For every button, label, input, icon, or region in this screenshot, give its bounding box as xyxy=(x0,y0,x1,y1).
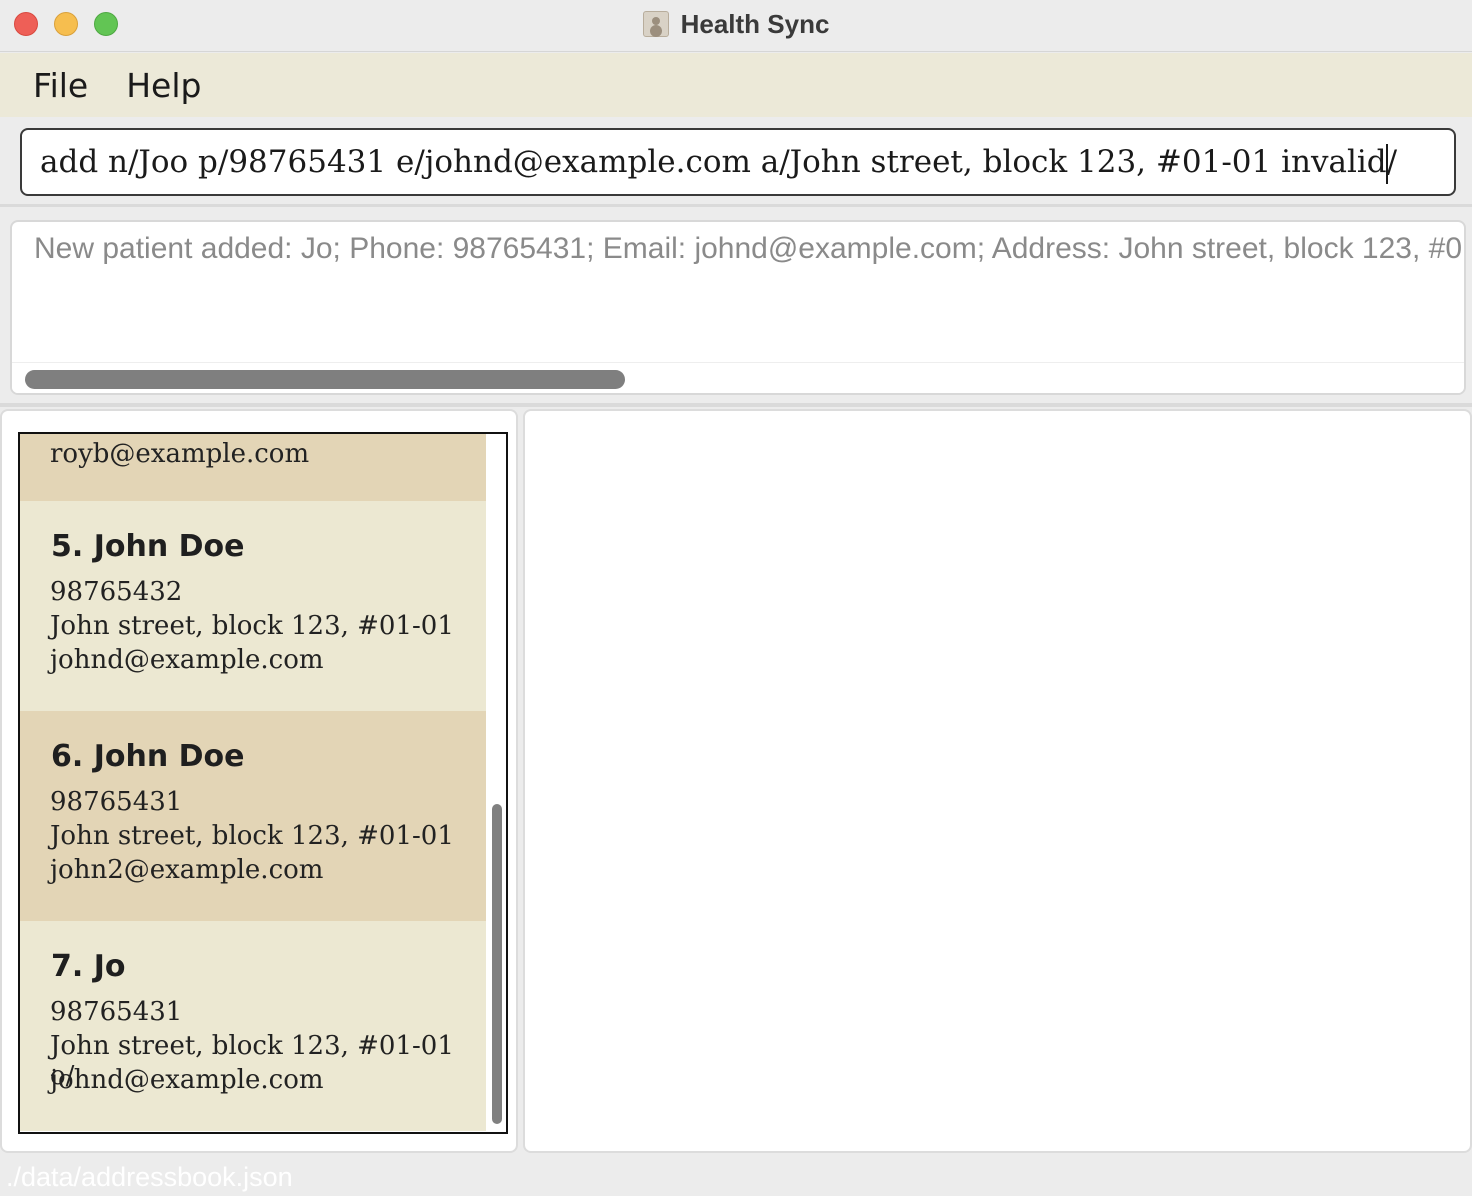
result-message: New patient added: Jo; Phone: 98765431; … xyxy=(34,232,1466,265)
patient-card[interactable]: 7. Jo 98765431 John street, block 123, #… xyxy=(20,921,486,1131)
patient-card[interactable]: 5. John Doe 98765432 John street, block … xyxy=(20,501,486,711)
status-bar: ./data/addressbook.json xyxy=(0,1158,1472,1196)
patient-detail-panel xyxy=(523,409,1472,1153)
menu-bar: File Help xyxy=(0,53,1472,117)
patient-name: 7. Jo xyxy=(51,949,126,984)
command-text-before-caret: add n/Joo p/98765431 e/johnd@example.com… xyxy=(40,144,1387,180)
status-file-path: ./data/addressbook.json xyxy=(6,1162,293,1192)
patient-list-scrollbar[interactable] xyxy=(492,804,502,1124)
patient-email: johnd@example.com xyxy=(50,1065,324,1095)
patient-name: 6. John Doe xyxy=(51,739,245,774)
command-text-after-caret: / xyxy=(1386,144,1398,180)
patient-card[interactable]: royb@example.com xyxy=(20,434,486,509)
command-input[interactable]: add n/Joo p/98765431 e/johnd@example.com… xyxy=(20,128,1456,196)
patient-address: John street, block 123, #01-01 xyxy=(50,821,454,851)
patient-list[interactable]: royb@example.com 5. John Doe 98765432 Jo… xyxy=(18,432,508,1134)
patient-list-panel: royb@example.com 5. John Doe 98765432 Jo… xyxy=(0,409,518,1153)
patient-address: John street, block 123, #01-01 xyxy=(50,611,454,641)
result-horizontal-scrollbar[interactable] xyxy=(12,362,1464,393)
window-title: Health Sync xyxy=(680,8,830,39)
result-display: New patient added: Jo; Phone: 98765431; … xyxy=(10,220,1466,395)
divider xyxy=(0,403,1472,407)
patient-name: 5. John Doe xyxy=(51,529,245,564)
result-scrollbar-thumb[interactable] xyxy=(25,370,625,389)
patient-email: john2@example.com xyxy=(50,855,324,885)
patient-phone: 98765432 xyxy=(50,577,183,607)
patient-card[interactable]: 6. John Doe 98765431 John street, block … xyxy=(20,711,486,921)
menu-help[interactable]: Help xyxy=(126,66,201,105)
patient-email: royb@example.com xyxy=(50,439,310,469)
menu-file[interactable]: File xyxy=(33,66,88,105)
title-bar: Health Sync xyxy=(0,0,1472,52)
address-book-icon xyxy=(642,11,669,37)
patient-phone: 98765431 xyxy=(50,997,183,1027)
command-box-panel: add n/Joo p/98765431 e/johnd@example.com… xyxy=(0,117,1472,207)
patient-phone: 98765431 xyxy=(50,787,183,817)
patient-email: johnd@example.com xyxy=(50,645,324,675)
